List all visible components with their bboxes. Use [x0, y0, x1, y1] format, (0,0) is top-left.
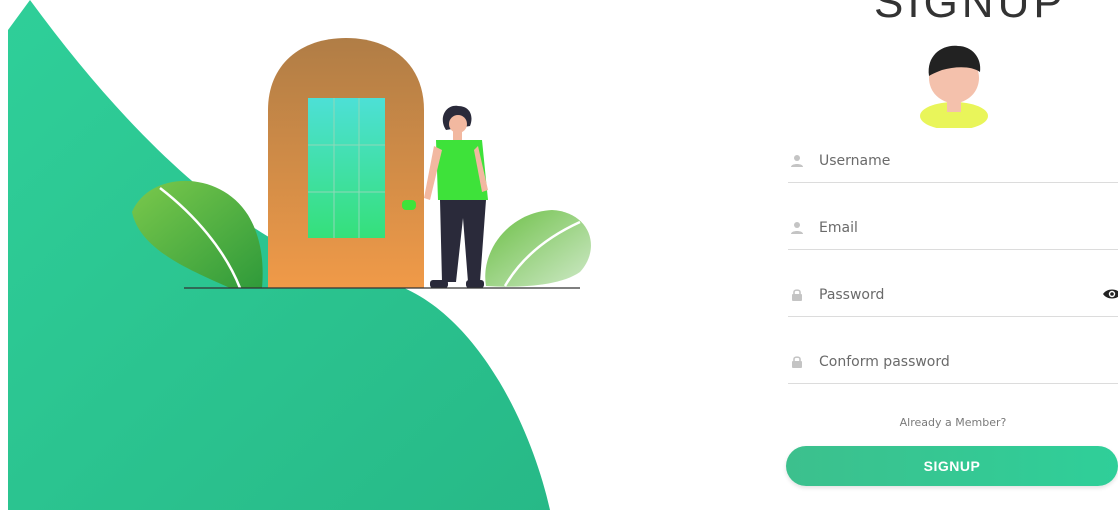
username-input[interactable]: [819, 153, 1079, 169]
email-field: [788, 207, 1118, 250]
person-figure: [424, 105, 488, 288]
door-handle: [402, 200, 416, 210]
lock-icon: [792, 289, 802, 301]
hero-illustration-svg: [8, 0, 591, 510]
confirm-password-input[interactable]: [819, 354, 1079, 370]
avatar: [920, 45, 988, 128]
user-icon: [791, 222, 803, 234]
signup-form: SIGNUP Username Email Already a Member? …: [784, 0, 1118, 510]
user-icon: [791, 155, 803, 167]
password-input[interactable]: [819, 287, 1079, 303]
signup-button[interactable]: SIGNUP: [786, 446, 1118, 486]
confirm-password-field: [788, 341, 1118, 384]
username-field: [788, 140, 1118, 183]
already-member-link[interactable]: Already a Member?: [788, 416, 1118, 429]
lock-icon: [792, 356, 802, 368]
eye-icon[interactable]: [1102, 286, 1118, 302]
email-input[interactable]: [819, 220, 1079, 236]
hero-illustration: [0, 0, 640, 510]
door-window: [308, 98, 385, 238]
signup-page: SIGNUP Username Email Already a Member? …: [0, 0, 1118, 510]
password-field: [788, 274, 1118, 317]
form-heading: SIGNUP: [874, 0, 1067, 27]
